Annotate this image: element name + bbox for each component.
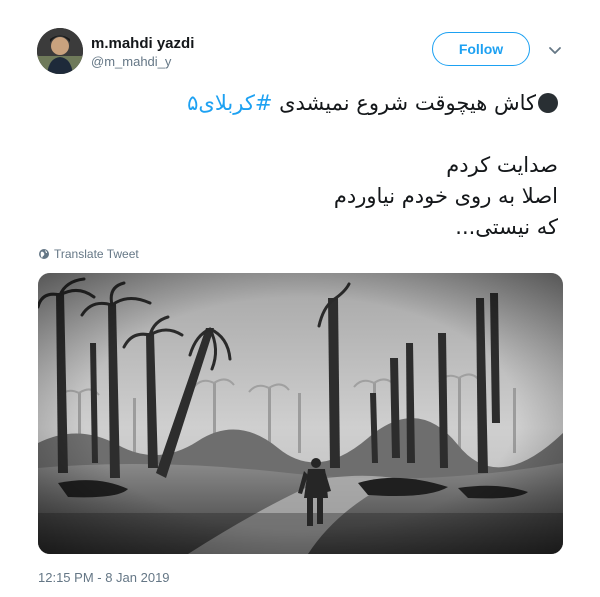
hashtag-link[interactable]: #کربلای۵ [187, 91, 272, 115]
translate-tweet-link[interactable]: Translate Tweet [38, 247, 139, 261]
follow-button[interactable]: Follow [432, 32, 530, 66]
tweet-line-1: کاش هیچوقت شروع نمیشدی #کربلای۵ [38, 88, 558, 119]
chevron-down-icon[interactable] [547, 42, 563, 58]
tweet-text: کاش هیچوقت شروع نمیشدی #کربلای۵ صدایت کر… [38, 88, 558, 243]
translate-label: Translate Tweet [54, 247, 139, 261]
tweet-line-2: صدایت کردم [446, 153, 558, 177]
avatar[interactable] [37, 28, 83, 74]
tweet-line-4: که نیستی... [455, 215, 558, 239]
tweet-line-1-text: کاش هیچوقت شروع نمیشدی [272, 91, 536, 115]
globe-icon [39, 249, 49, 259]
user-handle[interactable]: @m_mahdi_y [91, 54, 171, 69]
black-circle-emoji-icon [538, 93, 558, 113]
tweet-photo[interactable] [38, 273, 563, 554]
tweet-line-3: اصلا به روی خودم نیاوردم [333, 184, 558, 208]
display-name[interactable]: m.mahdi yazdi [91, 35, 194, 52]
tweet-timestamp[interactable]: 12:15 PM - 8 Jan 2019 [38, 570, 170, 585]
